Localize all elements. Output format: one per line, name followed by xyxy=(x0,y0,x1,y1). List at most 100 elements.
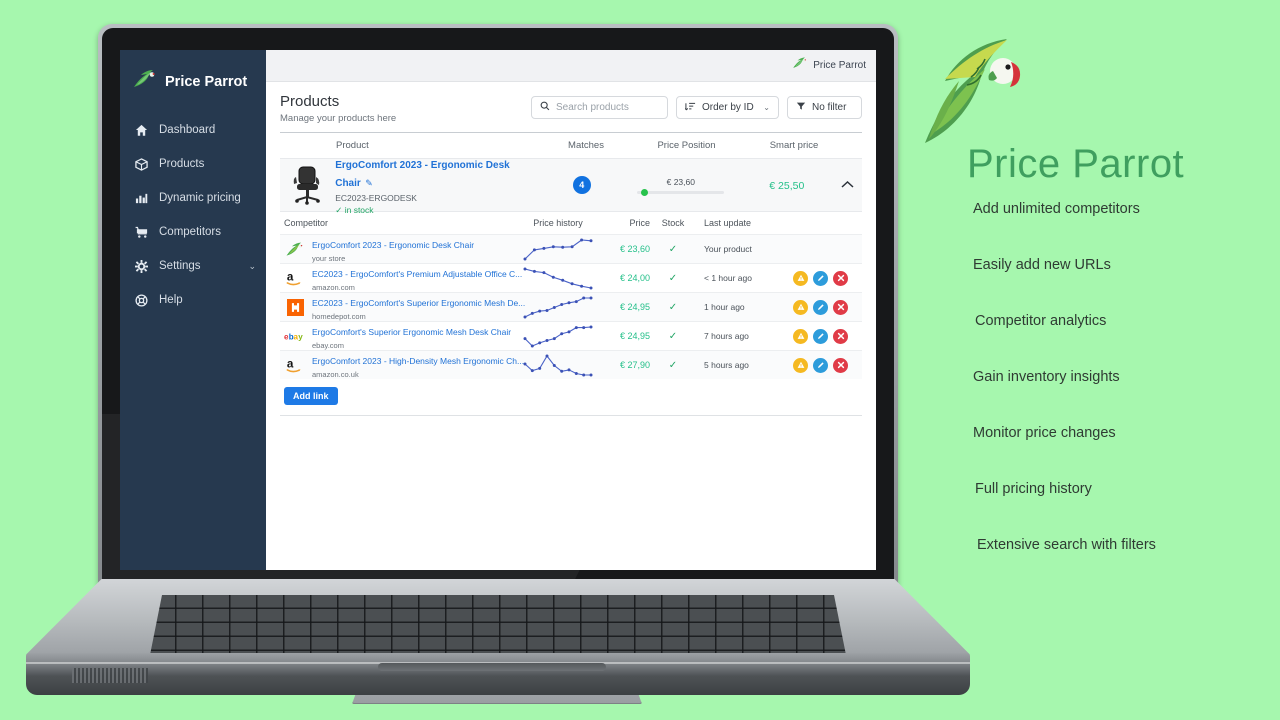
sidebar-item-label: Dashboard xyxy=(159,124,216,136)
add-link-button[interactable]: Add link xyxy=(284,387,338,405)
pencil-button[interactable] xyxy=(813,328,828,344)
sidebar: Price Parrot Dashboard Products Dynamic pr… xyxy=(120,50,266,570)
check-icon: ✓ xyxy=(335,204,343,215)
close-button[interactable] xyxy=(833,270,848,286)
add-link-area: Add link xyxy=(280,379,862,415)
sidebar-brand[interactable]: Price Parrot xyxy=(120,62,266,113)
col-last-update: Last update xyxy=(704,218,752,228)
top-bar: Price Parrot xyxy=(266,50,876,82)
pencil-button[interactable] xyxy=(813,299,828,315)
sidebar-item-dashboard[interactable]: Dashboard xyxy=(120,113,266,147)
sidebar-item-competitors[interactable]: Competitors xyxy=(120,215,266,249)
products-table: Product Matches Price Position Smart pri… xyxy=(280,132,862,416)
competitor-row[interactable]: a ErgoComfort 2023 - High-Density Mesh Er… xyxy=(280,350,862,379)
home-icon xyxy=(134,124,149,137)
competitor-last-update: 5 hours ago xyxy=(704,360,749,370)
competitor-row[interactable]: e b a y ErgoComfort's Superior Ergonomic Mes… xyxy=(280,321,862,350)
sidebar-item-help[interactable]: Help xyxy=(120,283,266,317)
competitor-price: € 24,00 xyxy=(619,273,650,283)
promo-feature-item: Easily add new URLs xyxy=(973,257,1111,273)
parrot-logo-icon xyxy=(284,239,306,259)
laptop-latch xyxy=(378,663,606,671)
product-name[interactable]: ErgoComfort 2023 - Ergonomic Desk Chair xyxy=(335,160,509,189)
product-info: ErgoComfort 2023 - Ergonomic Desk Chair … xyxy=(335,155,534,216)
competitor-domain: amazon.co.uk xyxy=(312,370,359,379)
order-by-label: Order by ID xyxy=(702,102,754,113)
filter-label: No filter xyxy=(812,102,847,113)
product-name-line[interactable]: ErgoComfort 2023 - Ergonomic Desk Chair … xyxy=(335,155,534,191)
matches-badge[interactable]: 4 xyxy=(572,176,591,194)
office-chair-icon xyxy=(280,164,335,206)
sidebar-item-label: Products xyxy=(159,158,205,170)
search-box[interactable] xyxy=(531,96,668,119)
competitor-price: € 23,60 xyxy=(619,244,650,254)
competitor-row[interactable]: EC2023 - ErgoComfort's Superior Ergonomi… xyxy=(280,292,862,321)
competitor-row[interactable]: ErgoComfort 2023 - Ergonomic Desk Chair y… xyxy=(280,234,862,263)
bar-chart-icon xyxy=(134,192,149,205)
page-subtitle: Manage your products here xyxy=(280,113,397,124)
price-position-marker[interactable] xyxy=(640,188,648,196)
competitor-actions xyxy=(778,299,862,315)
sidebar-item-products[interactable]: Products xyxy=(120,147,266,181)
shopping-cart-icon xyxy=(134,226,149,239)
gear-icon xyxy=(134,259,149,273)
parrot-logo-icon xyxy=(915,35,1035,150)
warning-button[interactable] xyxy=(793,328,808,344)
competitor-title[interactable]: ErgoComfort 2023 - High-Density Mesh Erg… xyxy=(312,356,524,366)
close-button[interactable] xyxy=(833,328,848,344)
sidebar-item-settings[interactable]: Settings ⌄ xyxy=(120,249,266,283)
check-icon: ✓ xyxy=(668,243,678,255)
product-row[interactable]: ErgoComfort 2023 - Ergonomic Desk Chair … xyxy=(280,159,862,215)
svg-text:a: a xyxy=(287,358,294,371)
close-button[interactable] xyxy=(833,299,848,315)
promo-feature-item: Competitor analytics xyxy=(975,313,1107,329)
collapse-row-button[interactable] xyxy=(841,176,862,194)
search-input[interactable] xyxy=(556,102,659,113)
competitor-rows: ErgoComfort 2023 - Ergonomic Desk Chair y… xyxy=(280,234,862,379)
col-competitor: Competitor xyxy=(284,218,329,228)
competitor-last-update: Your product xyxy=(704,244,752,254)
table-divider xyxy=(280,415,862,416)
account-name[interactable]: Price Parrot xyxy=(813,60,866,71)
amazon-icon: a xyxy=(284,355,306,375)
close-button[interactable] xyxy=(833,357,848,373)
competitor-price: € 27,90 xyxy=(619,360,650,370)
competitor-actions xyxy=(778,328,862,344)
price-history-sparkline xyxy=(516,238,600,261)
col-stock: Stock xyxy=(661,218,685,228)
competitor-identity: ErgoComfort 2023 - Ergonomic Desk Chair y… xyxy=(284,235,516,263)
competitor-identity: a EC2023 - ErgoComfort's Premium Adjustab… xyxy=(284,264,522,292)
competitor-title[interactable]: ErgoComfort 2023 - Ergonomic Desk Chair xyxy=(312,240,474,250)
competitor-identity: a ErgoComfort 2023 - High-Density Mesh Er… xyxy=(284,351,524,379)
promo-feature-item: Full pricing history xyxy=(975,481,1092,497)
check-icon: ✓ xyxy=(668,272,678,284)
pencil-button[interactable] xyxy=(813,357,828,373)
laptop-vent xyxy=(72,668,148,683)
check-icon: ✓ xyxy=(668,301,678,313)
pencil-button[interactable] xyxy=(813,270,828,286)
competitor-identity: EC2023 - ErgoComfort's Superior Ergonomi… xyxy=(284,293,525,321)
sidebar-item-dynamic-pricing[interactable]: Dynamic pricing xyxy=(120,181,266,215)
competitor-title[interactable]: ErgoComfort's Superior Ergonomic Mesh De… xyxy=(312,327,511,337)
warning-button[interactable] xyxy=(793,270,808,286)
price-position-track[interactable] xyxy=(637,188,725,196)
box-icon xyxy=(134,157,149,171)
page-title: Products xyxy=(280,93,340,110)
filter-button[interactable]: No filter xyxy=(787,96,862,119)
smart-price-cell: € 25,50 xyxy=(733,176,841,194)
svg-text:a: a xyxy=(287,271,294,284)
check-icon: ✓ xyxy=(668,330,678,342)
order-by-select[interactable]: Order by ID ⌄ xyxy=(676,96,779,119)
warning-button[interactable] xyxy=(793,299,808,315)
laptop-front-edge xyxy=(26,653,970,695)
sidebar-item-label: Competitors xyxy=(159,226,221,238)
warning-button[interactable] xyxy=(793,357,808,373)
parrot-logo-icon xyxy=(792,56,808,75)
page-header: Products Manage your products here Searc… xyxy=(266,82,876,132)
competitor-price: € 24,95 xyxy=(619,302,650,312)
competitor-title[interactable]: EC2023 - ErgoComfort's Superior Ergonomi… xyxy=(312,298,525,308)
competitor-row[interactable]: a EC2023 - ErgoComfort's Premium Adjustab… xyxy=(280,263,862,292)
competitor-title[interactable]: EC2023 - ErgoComfort's Premium Adjustabl… xyxy=(312,269,522,279)
competitor-domain: homedepot.com xyxy=(312,312,366,321)
pencil-icon[interactable]: ✎ xyxy=(365,178,373,188)
